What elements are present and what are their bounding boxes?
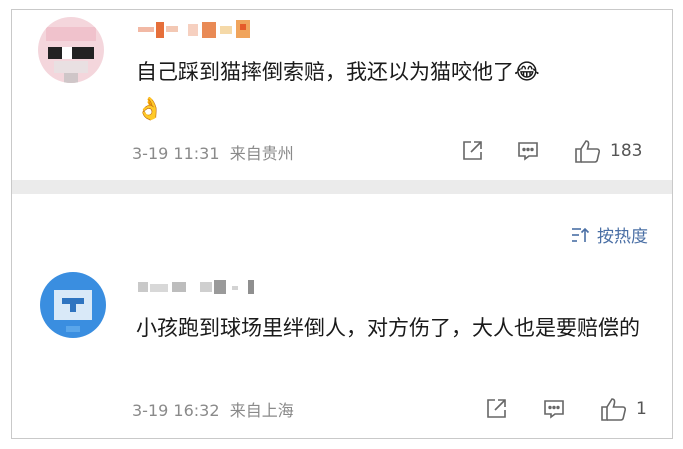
comment-body: 自己踩到猫摔倒索赔，我还以为猫咬他了 [136, 60, 514, 84]
like-icon [601, 398, 627, 421]
ok-hand-emoji-icon: 👌 [136, 97, 164, 122]
comment-meta: 3-19 11:31 来自贵州 [132, 140, 294, 164]
share-button[interactable] [484, 397, 542, 421]
comment-button[interactable] [542, 397, 600, 421]
sort-icon [572, 227, 590, 242]
avatar[interactable] [40, 272, 106, 338]
comment-text: 小孩跑到球场里绊倒人，对方伤了，大人也是要赔偿的 [136, 310, 656, 346]
share-icon [463, 141, 482, 160]
avatar[interactable] [38, 17, 104, 83]
comment-meta: 3-19 16:32 来自上海 [132, 397, 294, 421]
comment-actions: 1 [484, 396, 647, 422]
section-divider [12, 180, 672, 194]
comment-text: 自己踩到猫摔倒索赔，我还以为猫咬他了😂 👌 [136, 54, 656, 128]
comment-icon [518, 142, 538, 161]
laugh-cry-emoji-icon: 😂 [514, 60, 540, 85]
like-button[interactable]: 183 [574, 138, 642, 164]
comment-icon [544, 400, 564, 419]
like-count: 183 [610, 141, 643, 161]
username-blurred [138, 280, 254, 294]
share-button[interactable] [460, 139, 516, 163]
comment-button[interactable] [516, 139, 574, 163]
location: 来自贵州 [229, 144, 294, 163]
location: 来自上海 [229, 401, 294, 420]
like-count: 1 [636, 399, 647, 419]
like-icon [575, 140, 601, 163]
comment-body: 小孩跑到球场里绊倒人，对方伤了，大人也是要赔偿的 [136, 316, 640, 340]
timestamp: 3-19 16:32 [132, 401, 220, 420]
like-button[interactable]: 1 [600, 396, 647, 422]
username[interactable] [136, 18, 286, 44]
comment-panel: 自己踩到猫摔倒索赔，我还以为猫咬他了😂 👌 3-19 11:31 来自贵州 18… [11, 9, 673, 439]
username[interactable] [136, 276, 266, 302]
sort-label: 按热度 [597, 227, 648, 247]
share-icon [487, 399, 506, 418]
timestamp: 3-19 11:31 [132, 144, 220, 163]
sort-by-heat-button[interactable]: 按热度 [571, 222, 648, 247]
comment-actions: 183 [460, 138, 642, 164]
username-blurred [138, 20, 250, 38]
